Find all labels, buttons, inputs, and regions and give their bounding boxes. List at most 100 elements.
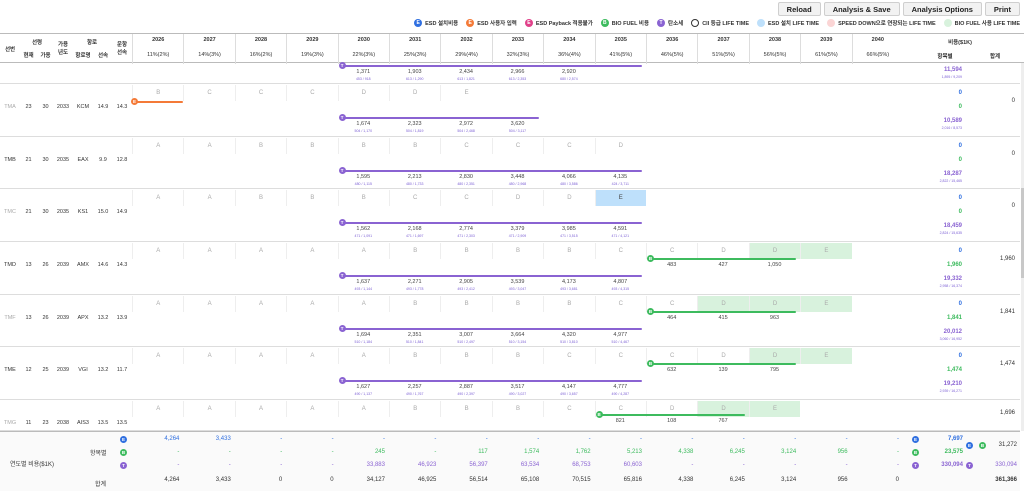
- item-carbon-breakdown: 3,060 / 16,952: [939, 337, 962, 341]
- cii-grade-cell[interactable]: B: [543, 296, 594, 312]
- cii-grade-cell[interactable]: B: [491, 401, 543, 417]
- cii-grade-cell[interactable]: A: [183, 401, 234, 417]
- cii-grade-cell[interactable]: C: [543, 138, 594, 154]
- analysis-save-button[interactable]: Analysis & Save: [823, 2, 900, 16]
- cii-reduction: 16%(2%): [249, 52, 273, 58]
- carbon-tax-breakdown: 510 / 2,497: [457, 340, 475, 344]
- cii-grade-cell[interactable]: B: [234, 138, 286, 154]
- cii-grade-cell[interactable]: D: [748, 296, 801, 312]
- cii-grade-cell[interactable]: D: [594, 138, 646, 154]
- cii-grade-cell[interactable]: B: [491, 348, 543, 364]
- ship-row-TMA[interactable]: TMA 23 30 2033 KCM 14.9 14.3 B C C C D D E E T 1,674 504 …: [0, 84, 1020, 137]
- cii-grade-cell[interactable]: D: [748, 348, 801, 364]
- cii-grade-cell[interactable]: E: [800, 296, 852, 312]
- cii-grade-cell[interactable]: C: [543, 401, 594, 417]
- cii-grade-cell[interactable]: E: [800, 243, 852, 259]
- carbon-tax-bar-icon: T: [338, 219, 346, 226]
- cii-grade-cell[interactable]: B: [389, 348, 440, 364]
- print-button[interactable]: Print: [984, 2, 1020, 16]
- cii-grade-cell[interactable]: B: [234, 190, 286, 206]
- cii-grade-cell[interactable]: D: [697, 296, 749, 312]
- ship-row-TMC[interactable]: TMC 21 30 2035 KS1 15.0 14.9 A A B B B C C D D E T 1,562 47…: [0, 189, 1020, 242]
- cii-grade-cell[interactable]: C: [491, 138, 543, 154]
- cii-grade-cell[interactable]: E: [440, 85, 491, 101]
- cii-grade-cell[interactable]: D: [543, 190, 594, 206]
- cii-grade-cell[interactable]: B: [440, 401, 491, 417]
- cii-grade-cell[interactable]: B: [389, 401, 440, 417]
- cii-grade-cell[interactable]: A: [286, 296, 337, 312]
- cii-grade-cell[interactable]: E: [594, 190, 646, 206]
- cii-grade-cell[interactable]: B: [389, 138, 440, 154]
- cii-grade-cell[interactable]: D: [748, 243, 801, 259]
- ship-row-TMF[interactable]: TMF 13 26 2039 APX 13.2 13.9 A A A A A B B B B C C D D E T 1,6…: [0, 295, 1020, 347]
- ship-avail: 30: [42, 209, 49, 215]
- cii-grade-cell[interactable]: B: [337, 190, 389, 206]
- ship-row-TMB[interactable]: TMB 21 30 2035 EAX 9.9 12.8 A A B B B B C C C D T 1,595 480…: [0, 137, 1020, 189]
- cii-grade-cell[interactable]: E: [800, 348, 852, 364]
- cii-grade-cell[interactable]: A: [132, 401, 183, 417]
- footer-bio-icon: B: [120, 449, 127, 456]
- cii-grade-cell[interactable]: A: [132, 243, 183, 259]
- cii-grade-cell[interactable]: A: [337, 348, 389, 364]
- cii-grade-cell[interactable]: D: [697, 243, 748, 259]
- cii-grade-cell[interactable]: A: [337, 243, 389, 259]
- cii-grade-cell[interactable]: A: [183, 190, 234, 206]
- cii-grade-cell[interactable]: B: [543, 243, 594, 259]
- cii-grade-cell[interactable]: A: [132, 190, 183, 206]
- ship-row-TME[interactable]: TME 12 25 2039 VGI 13.2 11.7 A A A A A B B B C C C D D E T 1,6…: [0, 347, 1020, 400]
- cii-grade-cell[interactable]: C: [389, 190, 440, 206]
- cii-grade-cell[interactable]: A: [234, 401, 286, 417]
- cii-grade-cell[interactable]: B: [389, 296, 440, 312]
- ship-row-TMD[interactable]: TMD 13 26 2039 AMX 14.6 14.3 A A A A A B B B B C C D D E T 1,6…: [0, 242, 1020, 295]
- cii-grade-cell[interactable]: A: [183, 296, 234, 312]
- footer-bio-value: 4,338: [678, 449, 694, 455]
- cii-grade-cell[interactable]: A: [286, 243, 337, 259]
- cii-grade-cell[interactable]: A: [286, 401, 337, 417]
- cii-grade-cell[interactable]: B: [337, 138, 389, 154]
- cii-grade-cell[interactable]: B: [491, 243, 543, 259]
- ship-row-TMG[interactable]: TMG 11 23 2038 AIS3 13.5 13.5 A A A A A B B B C C D D E B 821…: [0, 400, 1020, 431]
- cii-grade-cell[interactable]: A: [337, 296, 389, 312]
- cii-grade-cell[interactable]: C: [594, 348, 646, 364]
- cii-grade-cell[interactable]: D: [697, 348, 748, 364]
- cii-grade-cell[interactable]: E: [748, 401, 801, 417]
- cii-grade-cell[interactable]: A: [183, 138, 234, 154]
- cii-grade-cell[interactable]: A: [234, 348, 286, 364]
- cii-grade-cell[interactable]: A: [234, 243, 286, 259]
- cii-grade-cell[interactable]: C: [594, 296, 646, 312]
- cii-grade-cell[interactable]: C: [594, 243, 646, 259]
- cii-grade-cell[interactable]: B: [440, 243, 491, 259]
- cii-grade-cell[interactable]: B: [132, 85, 183, 101]
- cii-grade-cell[interactable]: A: [132, 138, 183, 154]
- ship-row-top[interactable]: T 1,371 453 / 918 1,903 613 / 1,290 2,434 613 …: [0, 62, 1020, 84]
- cii-grade-cell[interactable]: D: [389, 85, 440, 101]
- cii-grade-cell[interactable]: B: [389, 243, 440, 259]
- cii-grade-cell[interactable]: B: [491, 296, 543, 312]
- cii-grade-cell[interactable]: C: [440, 190, 491, 206]
- cii-grade-cell[interactable]: B: [440, 296, 491, 312]
- cii-grade-cell[interactable]: C: [440, 138, 491, 154]
- cii-grade-cell[interactable]: C: [543, 348, 594, 364]
- cii-grade-cell[interactable]: A: [183, 243, 234, 259]
- cii-grade-cell[interactable]: A: [132, 296, 183, 312]
- cii-grade-cell[interactable]: C: [183, 85, 234, 101]
- cii-grade-cell[interactable]: D: [337, 85, 389, 101]
- cii-grade-cell[interactable]: C: [234, 85, 286, 101]
- footer-right-right_t: 330,094: [941, 462, 963, 468]
- cii-grade-cell[interactable]: B: [286, 190, 337, 206]
- footer-carbon-value: 56,397: [469, 462, 488, 468]
- item-bio-total: 1,960: [946, 262, 962, 268]
- cii-grade-cell[interactable]: B: [286, 138, 337, 154]
- cii-grade-cell[interactable]: A: [183, 348, 234, 364]
- cii-grade-cell[interactable]: A: [132, 348, 183, 364]
- cii-grade-cell[interactable]: D: [491, 190, 543, 206]
- cii-grade-cell[interactable]: A: [234, 296, 286, 312]
- carbon-tax-value: 2,271: [407, 279, 422, 285]
- cii-grade-cell[interactable]: A: [286, 348, 337, 364]
- cii-grade-cell[interactable]: A: [337, 401, 389, 417]
- footer-carbon-value: -: [896, 462, 899, 468]
- cii-grade-cell[interactable]: C: [286, 85, 337, 101]
- cii-grade-cell[interactable]: B: [440, 348, 491, 364]
- reload-button[interactable]: Reload: [777, 2, 821, 16]
- analysis-options-button[interactable]: Analysis Options: [902, 2, 982, 16]
